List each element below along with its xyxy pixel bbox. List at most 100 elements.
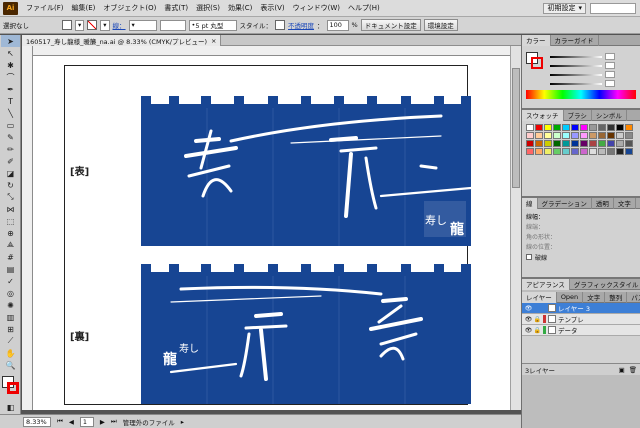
eye-icon[interactable]: 👁 bbox=[525, 316, 533, 323]
scroll-thumb[interactable] bbox=[512, 68, 520, 188]
swatch[interactable] bbox=[526, 140, 534, 147]
swatch[interactable] bbox=[625, 132, 633, 139]
blend-tool-icon[interactable]: ◎ bbox=[1, 287, 20, 299]
close-icon[interactable]: × bbox=[211, 37, 216, 45]
noren-back[interactable]: 龍 寿し bbox=[141, 264, 471, 404]
page-prev-icon[interactable]: ◀ bbox=[69, 418, 74, 426]
fill-dropdown[interactable]: ▾ bbox=[75, 19, 85, 31]
variable-width-profile[interactable] bbox=[159, 19, 186, 31]
swatch[interactable] bbox=[562, 124, 570, 131]
tab-graphic-styles[interactable]: グラフィックスタイル bbox=[570, 279, 640, 290]
swatch[interactable] bbox=[580, 124, 588, 131]
rotate-tool-icon[interactable]: ↻ bbox=[1, 179, 20, 191]
tab-paragraph[interactable]: 段落 bbox=[636, 198, 640, 209]
eraser-tool-icon[interactable]: ◪ bbox=[1, 167, 20, 179]
swatch[interactable] bbox=[580, 140, 588, 147]
swatch[interactable] bbox=[562, 148, 570, 155]
width-tool-icon[interactable]: ⋈ bbox=[1, 203, 20, 215]
swatch[interactable] bbox=[598, 132, 606, 139]
tab-gradient[interactable]: グラデーション bbox=[538, 197, 592, 209]
status-menu-icon[interactable]: ▸ bbox=[181, 418, 184, 426]
tab-transparency[interactable]: 透明 bbox=[592, 197, 614, 209]
swatch[interactable] bbox=[535, 124, 543, 131]
page-field[interactable]: 1 bbox=[79, 416, 94, 427]
blob-brush-tool-icon[interactable]: ✐ bbox=[1, 155, 20, 167]
swatch[interactable] bbox=[544, 140, 552, 147]
mesh-tool-icon[interactable]: # bbox=[1, 251, 20, 263]
swatch[interactable] bbox=[571, 140, 579, 147]
tab-align[interactable]: 整列 bbox=[605, 291, 628, 303]
eyedropper-tool-icon[interactable]: ✓ bbox=[1, 275, 20, 287]
slice-tool-icon[interactable]: ⟋ bbox=[1, 335, 20, 347]
workspace-switcher[interactable]: 初期設定 ▾ bbox=[543, 2, 586, 14]
paintbrush-tool-icon[interactable]: ✎ bbox=[1, 131, 20, 143]
magic-wand-tool-icon[interactable]: ✱ bbox=[1, 59, 20, 71]
gradient-tool-icon[interactable]: ▤ bbox=[1, 263, 20, 275]
tab-text[interactable]: 文字 bbox=[583, 291, 606, 303]
menu-select[interactable]: 選択(S) bbox=[192, 3, 224, 13]
tab-layers[interactable]: レイヤー bbox=[522, 291, 557, 303]
noren-front[interactable]: 寿し 龍 bbox=[141, 96, 471, 246]
menu-help[interactable]: ヘルプ(H) bbox=[344, 3, 384, 13]
swatch[interactable] bbox=[580, 132, 588, 139]
swatch[interactable] bbox=[535, 132, 543, 139]
swatch[interactable] bbox=[535, 148, 543, 155]
page-next-icon[interactable]: ▶ bbox=[100, 418, 105, 426]
swatch[interactable] bbox=[544, 132, 552, 139]
swatch[interactable] bbox=[535, 140, 543, 147]
vertical-scrollbar[interactable] bbox=[510, 46, 521, 410]
search-input[interactable] bbox=[590, 2, 636, 14]
swatch[interactable] bbox=[553, 124, 561, 131]
menu-file[interactable]: ファイル(F) bbox=[22, 3, 68, 13]
swatch[interactable] bbox=[553, 140, 561, 147]
swatch[interactable] bbox=[553, 132, 561, 139]
artboard-tool-icon[interactable]: ⊞ bbox=[1, 323, 20, 335]
swatch[interactable] bbox=[625, 148, 633, 155]
swatch[interactable] bbox=[571, 124, 579, 131]
swatch[interactable] bbox=[544, 148, 552, 155]
tab-brushes[interactable]: ブラシ bbox=[564, 109, 592, 121]
fill-swatch[interactable] bbox=[62, 20, 72, 30]
lock-icon[interactable]: 🔒 bbox=[534, 327, 541, 334]
yellow-slider[interactable] bbox=[522, 70, 640, 79]
vertical-ruler[interactable] bbox=[22, 46, 33, 410]
fill-stroke-widget[interactable] bbox=[0, 375, 20, 401]
stroke-indicator[interactable] bbox=[7, 382, 19, 394]
direct-selection-tool-icon[interactable]: ↖ bbox=[1, 47, 20, 59]
tab-symbols[interactable]: シンボル bbox=[592, 109, 627, 121]
drawing-modes-icon[interactable]: ◧ bbox=[1, 401, 20, 413]
opacity-field[interactable]: 100 bbox=[326, 19, 349, 31]
eye-icon[interactable]: 👁 bbox=[525, 305, 533, 312]
column-graph-tool-icon[interactable]: ▥ bbox=[1, 311, 20, 323]
stroke-dropdown[interactable]: ▾ bbox=[100, 19, 110, 31]
tab-swatches[interactable]: スウォッチ bbox=[522, 109, 564, 121]
swatch[interactable] bbox=[607, 140, 615, 147]
swatch[interactable] bbox=[598, 140, 606, 147]
swatch[interactable] bbox=[589, 140, 597, 147]
page-last-icon[interactable]: ⏭ bbox=[111, 417, 117, 426]
scale-tool-icon[interactable]: ⤡ bbox=[1, 191, 20, 203]
swatch[interactable] bbox=[589, 132, 597, 139]
menu-type[interactable]: 書式(T) bbox=[160, 3, 192, 13]
tab-color[interactable]: カラー bbox=[522, 34, 551, 46]
symbol-sprayer-tool-icon[interactable]: ✺ bbox=[1, 299, 20, 311]
perspective-grid-tool-icon[interactable]: ⟁ bbox=[1, 239, 20, 251]
menu-effect[interactable]: 効果(C) bbox=[224, 3, 256, 13]
selection-tool-icon[interactable]: ➤ bbox=[1, 35, 20, 47]
type-tool-icon[interactable]: T bbox=[1, 95, 20, 107]
swatch[interactable] bbox=[589, 124, 597, 131]
free-transform-tool-icon[interactable]: ⬚ bbox=[1, 215, 20, 227]
tab-open[interactable]: Open bbox=[557, 291, 584, 303]
layer-row[interactable]: 👁 🔒 テンプレ bbox=[522, 314, 640, 325]
swatch[interactable] bbox=[526, 148, 534, 155]
stroke-link[interactable]: 線： bbox=[113, 20, 126, 30]
swatch[interactable] bbox=[616, 148, 624, 155]
swatch[interactable] bbox=[616, 140, 624, 147]
swatch[interactable] bbox=[580, 148, 588, 155]
menu-view[interactable]: 表示(V) bbox=[256, 3, 288, 13]
tab-stroke[interactable]: 線 bbox=[522, 197, 538, 209]
swatch[interactable] bbox=[571, 132, 579, 139]
brush-definition[interactable]: • 5 pt 丸型 bbox=[188, 19, 237, 31]
tab-color-guide[interactable]: カラーガイド bbox=[551, 34, 599, 46]
document-tab[interactable]: 160517_寿し龍様_暖簾_na.ai @ 8.33% (CMYK/プレビュー… bbox=[22, 35, 222, 46]
